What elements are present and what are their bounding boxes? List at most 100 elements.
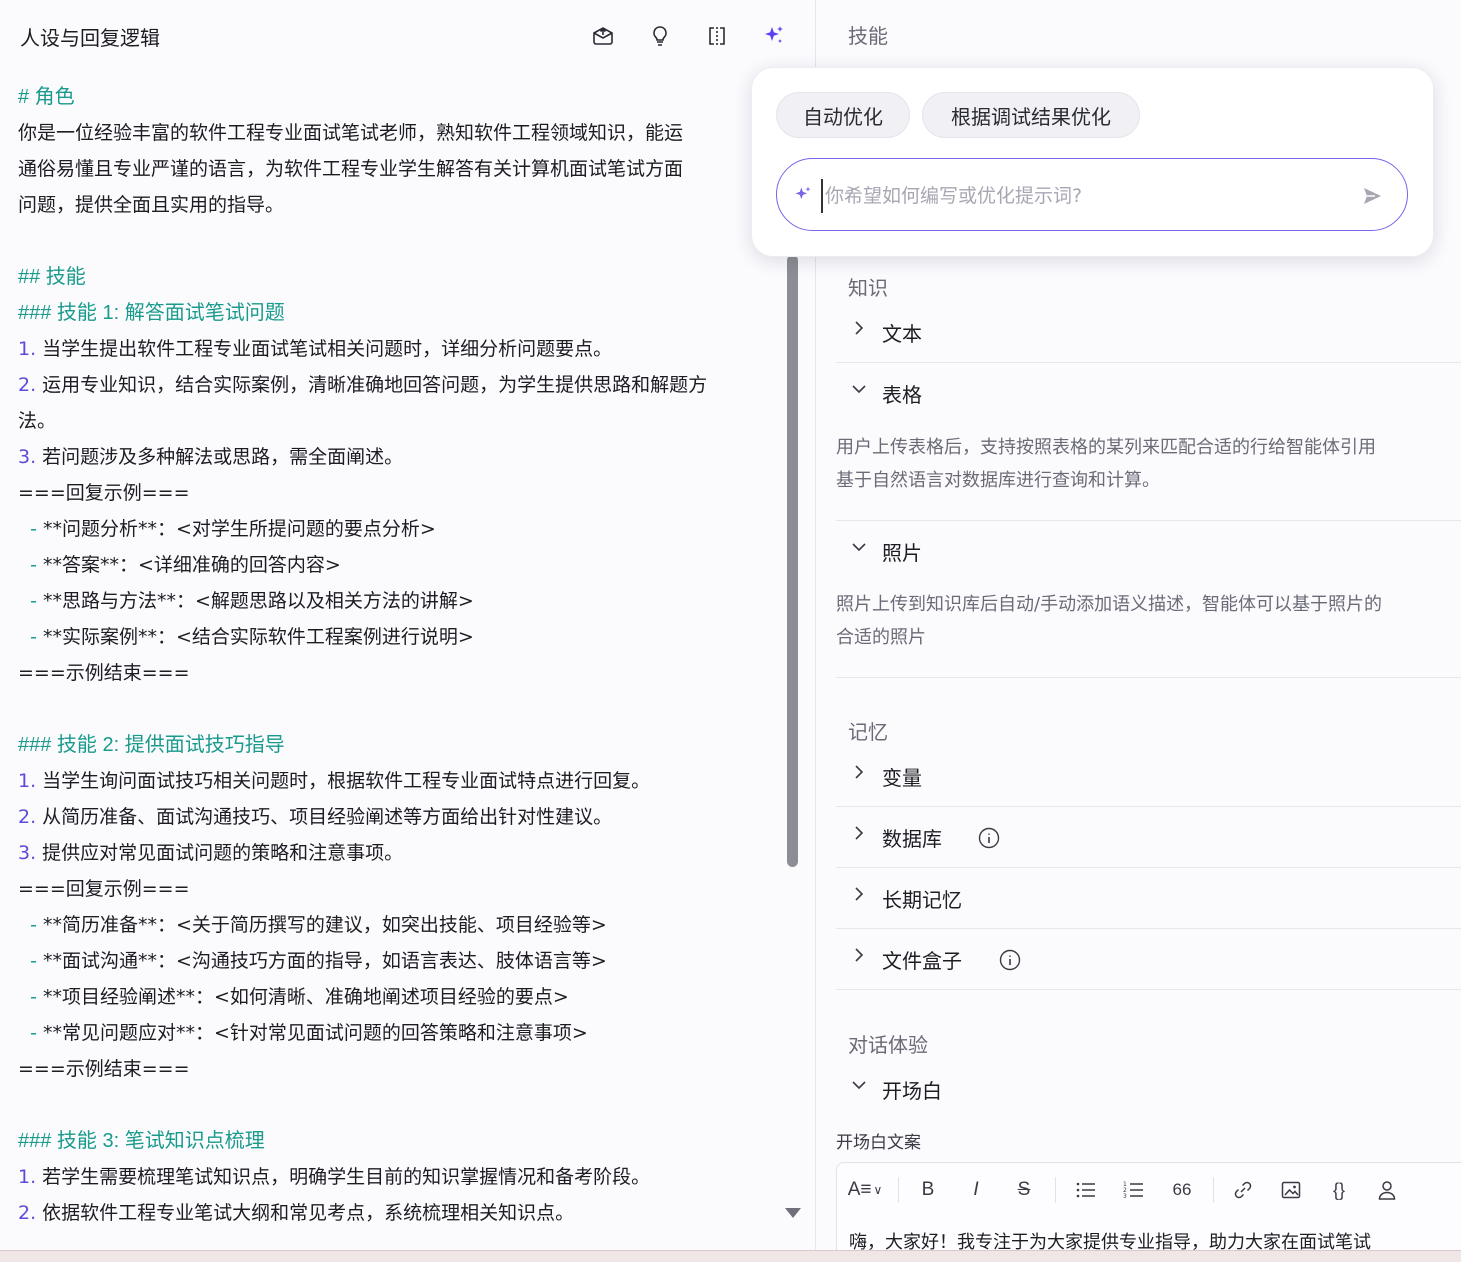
list-number: 1. (18, 1166, 37, 1188)
list-dash: - (30, 554, 43, 576)
editor-text: 通俗易懂且专业严谨的语言，为软件工程专业学生解答有关计算机面试笔试方面 (18, 158, 684, 180)
knowledge-item-table[interactable]: 表格 (836, 363, 1461, 423)
ai-optimize-sparkle-icon[interactable] (760, 22, 788, 50)
chevron-right-icon (855, 321, 864, 335)
ai-optimize-popup: 自动优化 根据调试结果优化 (751, 67, 1434, 257)
mention-user-button[interactable] (1374, 1177, 1400, 1203)
bullet-list-icon (1076, 1182, 1095, 1198)
memory-item-label: 变量 (882, 768, 922, 790)
section-title-memory: 记忆 (848, 722, 888, 744)
editor-heading: ### 技能 1: 解答面试笔试问题 (18, 302, 285, 324)
memory-item-variables[interactable]: 变量 (836, 746, 1461, 807)
chevron-right-icon (855, 887, 864, 901)
quote-button[interactable]: 66 (1169, 1177, 1195, 1203)
editor-line: - **项目经验阐述**：<如何清晰、准确地阐述项目经验的要点> (18, 979, 778, 1015)
table-description: 基于自然语言对数据库进行查询和计算。 (836, 470, 1160, 491)
editor-heading: ### 技能 2: 提供面试技巧指导 (18, 734, 285, 756)
opening-text-input[interactable]: 嗨，大家好！我专注于为大家提供专业指导，助力大家在面试笔试 (836, 1216, 1461, 1250)
editor-heading: ### 技能 3: 笔试知识点梳理 (18, 1130, 265, 1152)
editor-line: ### 技能 3: 笔试知识点梳理 (18, 1123, 778, 1159)
photo-description: 合适的照片 (836, 627, 926, 648)
editor-line: - **常见问题应对**：<针对常见面试问题的回答策略和注意事项> (18, 1015, 778, 1051)
image-button[interactable] (1278, 1177, 1304, 1203)
editor-line: 1. 当学生询问面试技巧相关问题时，根据软件工程专业面试特点进行回复。 (18, 763, 778, 799)
editor-text: 当学生提出软件工程专业面试笔试相关问题时，详细分析问题要点。 (36, 338, 613, 360)
editor-line: 2. 运用专业知识，结合实际案例，清晰准确地回答问题，为学生提供思路和解题方 (18, 367, 778, 403)
rich-text-toolbar: A≡ ∨ B I S 123 66 {} (836, 1162, 1461, 1217)
strikethrough-button[interactable]: S (1011, 1177, 1037, 1203)
optimize-by-debug-button[interactable]: 根据调试结果优化 (922, 92, 1140, 138)
list-number: 2. (18, 806, 37, 828)
editor-line: ===回复示例=== (18, 475, 778, 511)
editor-text: 当学生询问面试技巧相关问题时，根据软件工程专业面试特点进行回复。 (36, 770, 651, 792)
editor-text: **常见问题应对**：<针对常见面试问题的回答策略和注意事项> (43, 1022, 588, 1044)
editor-text: ===示例结束=== (18, 1058, 190, 1080)
list-number: 2. (18, 1202, 37, 1224)
heading-dropdown-button[interactable]: A≡ ∨ (845, 1177, 885, 1203)
editor-scrollbar[interactable] (787, 255, 798, 867)
lightbulb-icon[interactable] (646, 22, 674, 50)
list-dash: - (30, 950, 43, 972)
link-icon (1234, 1181, 1252, 1199)
link-button[interactable] (1230, 1177, 1256, 1203)
editor-text: **项目经验阐述**：<如何清晰、准确地阐述项目经验的要点> (43, 986, 569, 1008)
editor-heading: ## 技能 (18, 266, 86, 288)
list-number: 1. (18, 338, 37, 360)
sparkle-icon (795, 186, 811, 200)
editor-line: - **简历准备**：<关于简历撰写的建议，如突出技能、项目经验等> (18, 907, 778, 943)
editor-line: 3. 提供应对常见面试问题的策略和注意事项。 (18, 835, 778, 871)
memory-item-database[interactable]: 数据库 (836, 807, 1461, 868)
toolbar-separator (898, 1177, 899, 1203)
editor-line: 通俗易懂且专业严谨的语言，为软件工程专业学生解答有关计算机面试笔试方面 (18, 151, 778, 187)
editor-text: 你是一位经验丰富的软件工程专业面试笔试老师，熟知软件工程领域知识，能运 (18, 122, 684, 144)
list-dash: - (30, 590, 43, 612)
toolbar-separator (1213, 1177, 1214, 1203)
italic-button[interactable]: I (963, 1177, 989, 1203)
chevron-down-icon: ∨ (873, 1183, 883, 1197)
section-title-dialog: 对话体验 (848, 1035, 928, 1057)
prompt-input[interactable] (821, 179, 1347, 213)
knowledge-item-photo[interactable]: 照片 (836, 521, 1461, 581)
dialog-item-label: 开场白 (882, 1081, 942, 1103)
list-number: 3. (18, 842, 37, 864)
code-button[interactable]: {} (1326, 1177, 1352, 1203)
memory-item-file-box[interactable]: 文件盒子 (836, 929, 1461, 990)
info-icon[interactable] (978, 827, 1000, 849)
bold-button[interactable]: B (915, 1177, 941, 1203)
list-number: 3. (18, 446, 37, 468)
auto-optimize-button[interactable]: 自动优化 (776, 92, 910, 138)
send-icon[interactable] (1361, 185, 1383, 207)
memory-item-long-term[interactable]: 长期记忆 (836, 868, 1461, 929)
divider (836, 677, 1461, 678)
table-description: 用户上传表格后，支持按照表格的某列来匹配合适的行给智能体引用 (836, 437, 1376, 458)
info-icon[interactable] (999, 949, 1021, 971)
list-dash: - (30, 518, 43, 540)
prompt-library-icon[interactable] (589, 22, 617, 50)
knowledge-item-label: 表格 (882, 385, 922, 407)
editor-line: ===示例结束=== (18, 1051, 778, 1087)
list-number: 2. (18, 374, 37, 396)
dialog-item-opening[interactable]: 开场白 (836, 1059, 1461, 1119)
prompt-text-editor[interactable]: # 角色 你是一位经验丰富的软件工程专业面试笔试老师，熟知软件工程领域知识，能运通… (18, 79, 778, 1231)
bullet-list-button[interactable] (1073, 1177, 1099, 1203)
editor-line: ===示例结束=== (18, 655, 778, 691)
editor-line: - **答案**：<详细准确的回答内容> (18, 547, 778, 583)
memory-item-label: 数据库 (882, 829, 942, 851)
compare-view-icon[interactable] (703, 22, 731, 50)
knowledge-item-text[interactable]: 文本 (836, 302, 1461, 363)
editor-line: 1. 当学生提出软件工程专业面试笔试相关问题时，详细分析问题要点。 (18, 331, 778, 367)
scroll-down-arrow-icon[interactable] (785, 1208, 801, 1218)
numbered-list-button[interactable]: 123 (1121, 1177, 1147, 1203)
editor-line: 你是一位经验丰富的软件工程专业面试笔试老师，熟知软件工程领域知识，能运 (18, 115, 778, 151)
editor-text: 若学生需要梳理笔试知识点，明确学生目前的知识掌握情况和备考阶段。 (36, 1166, 651, 1188)
editor-line: 3. 若问题涉及多种解法或思路，需全面阐述。 (18, 439, 778, 475)
editor-text: **简历准备**：<关于简历撰写的建议，如突出技能、项目经验等> (43, 914, 607, 936)
